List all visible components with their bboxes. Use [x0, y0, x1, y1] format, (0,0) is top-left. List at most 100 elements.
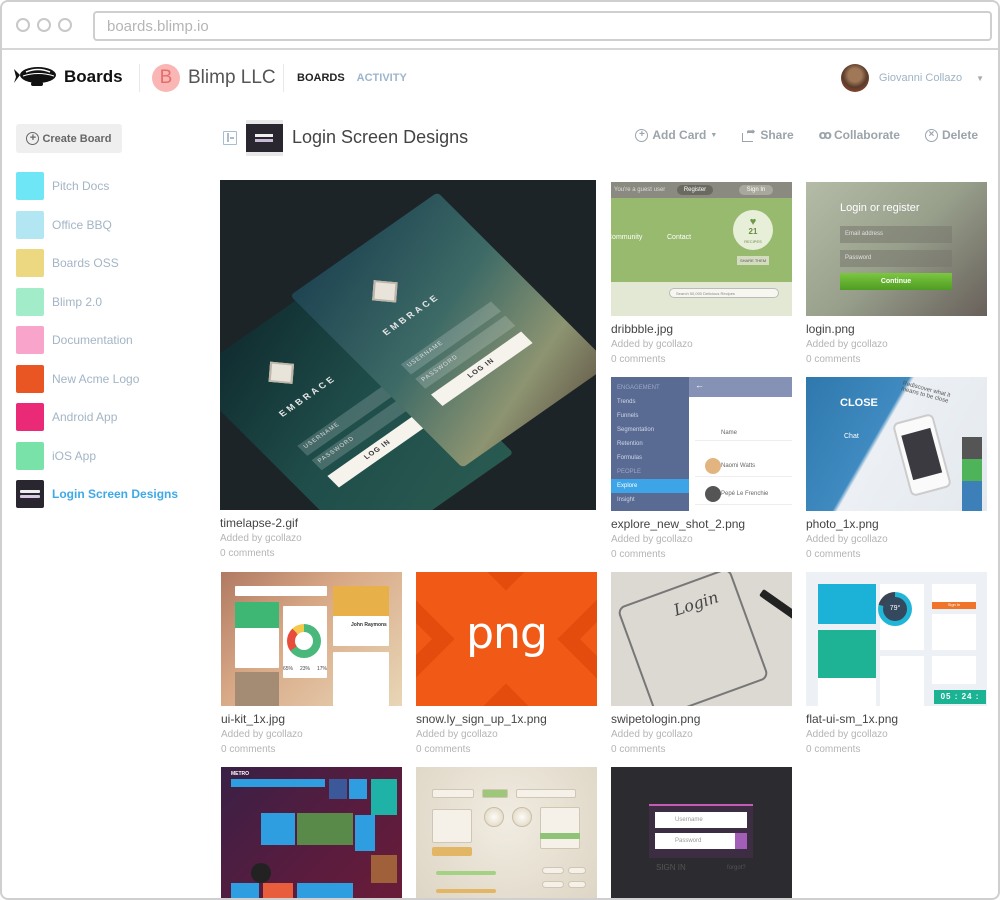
preview-text: Insight [617, 497, 635, 503]
card-comments[interactable]: 0 comments [416, 743, 597, 756]
card-thumbnail[interactable]: You're a guest user Register Sign In Com… [611, 182, 792, 316]
card-name[interactable]: explore_new_shot_2.png [611, 517, 792, 531]
minimize-window-button[interactable] [37, 18, 51, 32]
card[interactable]: You're a guest user Register Sign In Com… [611, 182, 792, 366]
card-name[interactable]: flat-ui-sm_1x.png [806, 712, 987, 726]
card-comments[interactable]: 0 comments [220, 547, 596, 560]
sidebar-item-boards-oss[interactable]: Boards OSS [16, 249, 178, 277]
card-thumbnail[interactable]: Login [611, 572, 792, 706]
sidebar-item-ios-app[interactable]: iOS App [16, 441, 178, 470]
close-window-button[interactable] [16, 18, 30, 32]
card-name[interactable]: dribbble.jpg [611, 322, 792, 336]
preview-pill [568, 867, 586, 874]
card[interactable] [416, 767, 597, 898]
card-thumbnail[interactable]: METRO [221, 767, 402, 898]
card-added-by: Added by gcollazo [806, 729, 888, 740]
avatar [705, 486, 721, 502]
card[interactable]: ENGAGEMENT Trends Funnels Segmentation R… [611, 377, 792, 561]
card-comments[interactable]: 0 comments [806, 353, 987, 366]
card-added-by: Added by gcollazo [611, 534, 693, 545]
card-added-by: Added by gcollazo [611, 339, 693, 350]
nav-link-boards[interactable]: BOARDS [297, 72, 345, 84]
embrace-logo-icon [372, 280, 398, 303]
sidebar-item-android-app[interactable]: Android App [16, 403, 178, 431]
card-thumbnail[interactable]: EMBRACE USERNAME PASSWORD LOG IN EMBRACE… [220, 180, 596, 510]
color-swatch [962, 481, 982, 511]
preview-pill [568, 881, 586, 888]
preview-login-box: Username Password [649, 804, 753, 858]
card-name[interactable]: swipetologin.png [611, 712, 792, 726]
nav-link-activity[interactable]: ACTIVITY [357, 72, 407, 84]
sidebar-item-documentation[interactable]: Documentation [16, 326, 178, 354]
share-button[interactable]: Share [742, 125, 794, 142]
card-comments[interactable]: 0 comments [221, 743, 402, 756]
preview-text: Funnels [617, 413, 639, 419]
maximize-window-button[interactable] [58, 18, 72, 32]
card-thumbnail[interactable]: Username Password SIGN IN forgot? [611, 767, 792, 898]
card[interactable]: png snow.ly_sign_up_1x.png Added by gcol… [416, 572, 597, 756]
board-label: Pitch Docs [52, 179, 110, 193]
board-label: New Acme Logo [52, 371, 140, 386]
chevron-down-icon: ▼ [710, 131, 718, 139]
card[interactable]: 65% 23% 17% John Raymons ui-kit_1x.jpg A… [221, 572, 402, 756]
collaborate-button[interactable]: ꝏ Collaborate [819, 128, 900, 142]
card-comments[interactable]: 0 comments [611, 353, 792, 366]
sidebar-item-pitch-docs[interactable]: Pitch Docs [16, 172, 178, 200]
app-logo[interactable]: Boards [14, 65, 123, 89]
thumb-line [20, 490, 40, 493]
add-card-label: Add Card [652, 128, 707, 142]
card-comments[interactable]: 0 comments [806, 548, 987, 561]
card-name[interactable]: snow.ly_sign_up_1x.png [416, 712, 597, 726]
org-switcher[interactable]: B Blimp LLC [152, 64, 276, 92]
board-color-swatch [16, 326, 44, 354]
preview-panel [333, 652, 389, 706]
card[interactable]: METRO [221, 767, 402, 898]
create-board-label: Create Board [42, 132, 112, 145]
sidebar-item-new-acme-logo[interactable]: New Acme Logo [16, 364, 178, 393]
board-color-swatch [16, 210, 44, 239]
delete-button[interactable]: × Delete [924, 128, 978, 142]
preview-panel [231, 883, 259, 898]
sidebar-item-login-screen-designs[interactable]: Login Screen Designs [16, 480, 178, 508]
sidebar-item-office-bbq[interactable]: Office BBQ [16, 210, 178, 239]
card-thumbnail[interactable]: CLOSE Chat Rediscover what it means to b… [806, 377, 987, 511]
card-comments[interactable]: 0 comments [611, 548, 792, 561]
preview-row: Naomi Watts [695, 455, 792, 477]
card[interactable]: Sign In 05 : 24 : 19 flat-ui-sm_1x.png A… [806, 572, 987, 756]
card-comments[interactable]: 0 comments [611, 743, 792, 756]
add-card-button[interactable]: + Add Card ▼ [635, 128, 717, 142]
card[interactable]: Login swipetologin.png Added by gcollazo… [611, 572, 792, 756]
create-board-button[interactable]: + Create Board [16, 124, 122, 153]
card-thumbnail[interactable] [416, 767, 597, 898]
address-bar[interactable]: boards.blimp.io [93, 11, 992, 41]
card-name[interactable]: ui-kit_1x.jpg [221, 712, 402, 726]
sidebar: + Create Board Pitch Docs Office BBQ Boa… [2, 104, 212, 898]
preview-panel [818, 630, 876, 678]
preview-menu [540, 807, 580, 849]
card-comments[interactable]: 0 comments [806, 743, 987, 756]
card-added-by: Added by gcollazo [416, 729, 498, 740]
preview-text: 65% [283, 666, 294, 672]
board-list: Pitch Docs Office BBQ Boards OSS Blimp 2… [16, 172, 178, 519]
board-color-swatch [16, 287, 44, 316]
card-thumbnail[interactable]: png [416, 572, 597, 706]
user-menu[interactable]: Giovanni Collazo ▼ [840, 64, 984, 92]
preview-panel [235, 602, 279, 628]
preview-text: Contact [667, 234, 692, 241]
preview-text: PEOPLE [617, 469, 642, 475]
card-thumbnail[interactable]: Login or register Email address Password… [806, 182, 987, 316]
collapse-sidebar-icon[interactable] [223, 131, 237, 145]
card[interactable]: Username Password SIGN IN forgot? [611, 767, 792, 898]
card[interactable]: CLOSE Chat Rediscover what it means to b… [806, 377, 987, 561]
card-thumbnail[interactable]: ENGAGEMENT Trends Funnels Segmentation R… [611, 377, 792, 511]
card[interactable]: Login or register Email address Password… [806, 182, 987, 366]
sidebar-item-blimp-2[interactable]: Blimp 2.0 [16, 287, 178, 316]
card[interactable]: EMBRACE USERNAME PASSWORD LOG IN EMBRACE… [220, 180, 596, 560]
browser-chrome: boards.blimp.io [2, 2, 998, 50]
card-name[interactable]: timelapse-2.gif [220, 516, 596, 530]
embrace-logo-icon [268, 361, 295, 384]
card-thumbnail[interactable]: Sign In 05 : 24 : 19 [806, 572, 987, 706]
card-name[interactable]: photo_1x.png [806, 517, 987, 531]
card-name[interactable]: login.png [806, 322, 987, 336]
card-thumbnail[interactable]: 65% 23% 17% John Raymons [221, 572, 402, 706]
